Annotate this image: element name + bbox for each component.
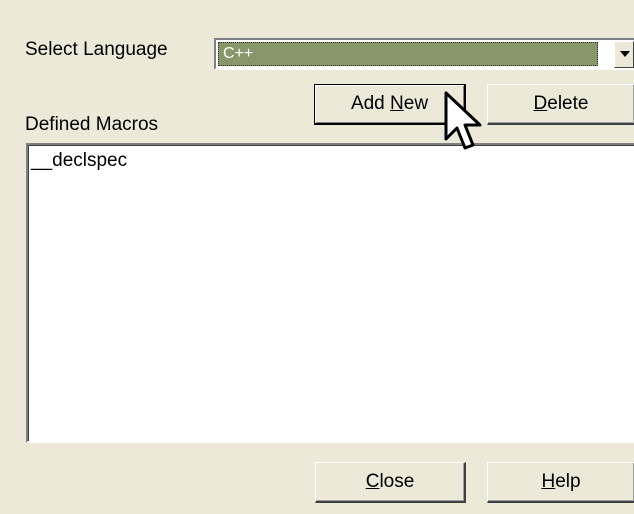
chevron-down-icon[interactable]	[614, 41, 634, 68]
help-button-label-suffix: elp	[555, 471, 581, 492]
close-accelerator: C	[365, 471, 380, 492]
add-new-button-label-suffix: ew	[403, 93, 429, 114]
defined-macros-list[interactable]: __declspec	[26, 143, 634, 443]
language-select[interactable]: C++	[214, 38, 634, 70]
add-new-button[interactable]: Add New	[314, 84, 466, 125]
help-accelerator: H	[541, 471, 556, 492]
select-language-label: Select Language	[25, 39, 168, 60]
delete-button[interactable]: Delete	[487, 84, 634, 125]
defined-macros-label: Defined Macros	[25, 114, 159, 135]
help-button[interactable]: Help	[487, 462, 634, 503]
delete-button-label-suffix: elete	[547, 93, 589, 114]
close-button[interactable]: Close	[315, 462, 466, 503]
close-button-label-suffix: lose	[379, 471, 415, 492]
define-macros-dialog: Select Language C++ Defined Macros Add N…	[0, 0, 634, 514]
macro-list-item[interactable]: __declspec	[31, 150, 127, 172]
language-select-value[interactable]: C++	[218, 42, 598, 66]
delete-accelerator: D	[533, 93, 548, 114]
add-new-button-label-prefix: Add	[350, 93, 391, 114]
add-new-accelerator: N	[390, 93, 404, 114]
